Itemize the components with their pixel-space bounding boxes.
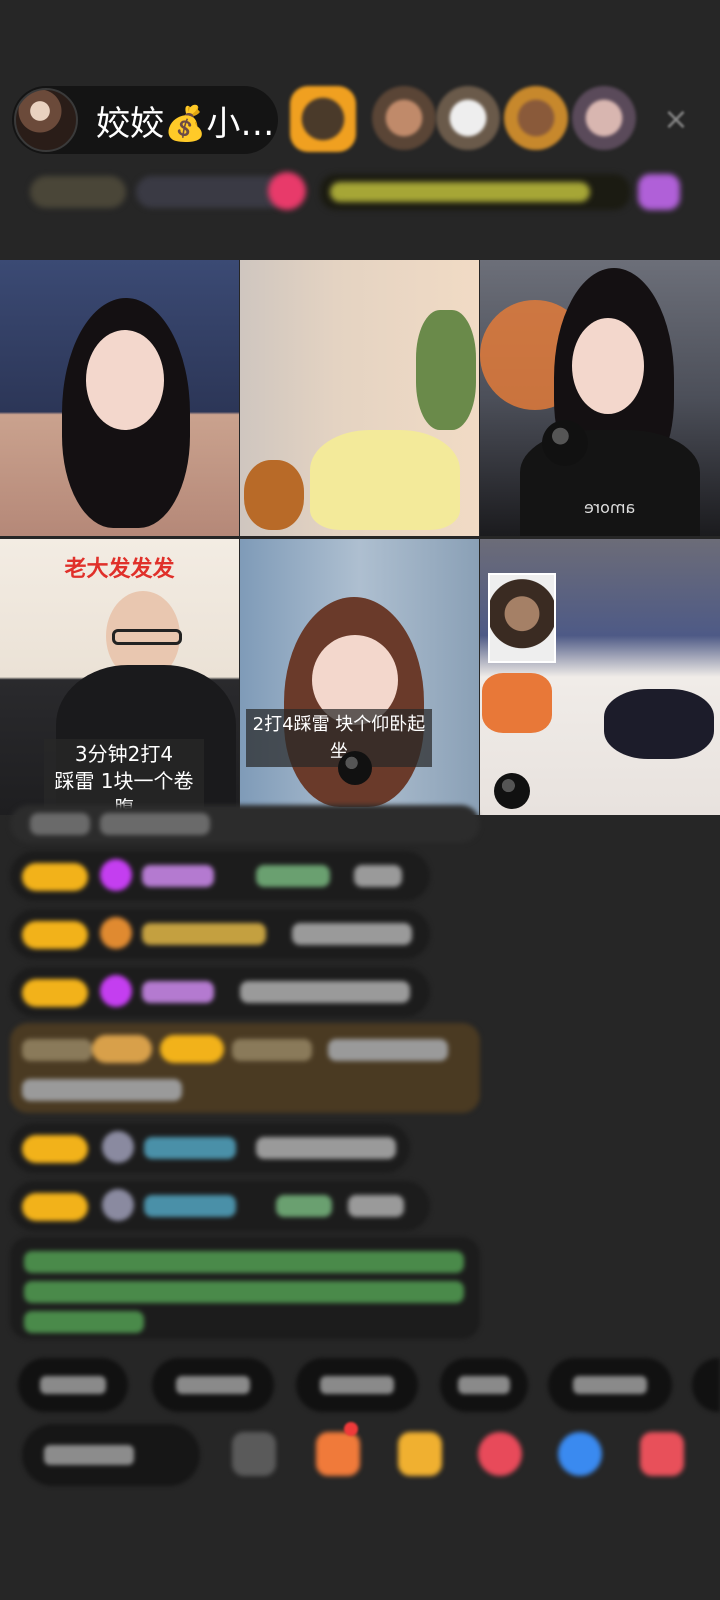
guest-tile-title: 老大发发发 [64,557,175,582]
comment-input[interactable] [22,1424,200,1486]
notice-text [24,1281,464,1303]
host-name: 姣姣💰小… [96,103,275,144]
chat-message[interactable] [10,967,430,1017]
microphone-icon [338,751,372,785]
guest-face [572,318,644,414]
guest-video-tile[interactable] [240,260,479,536]
chat-text [348,1195,404,1217]
system-notice [10,1237,480,1339]
gift-icon[interactable] [268,172,306,210]
meme-sticker [488,573,556,663]
microphone-icon [542,420,588,466]
plant [416,310,476,430]
quick-reply-chip[interactable] [18,1358,128,1412]
guest-body [604,689,714,759]
host-avatar[interactable] [14,88,78,152]
level-badge [22,1135,88,1163]
chat-target [276,1195,332,1217]
chat-message[interactable] [10,851,430,901]
game-icon[interactable] [398,1432,442,1476]
quick-reply-row [18,1358,720,1414]
viewer-avatar[interactable] [436,86,500,150]
viewer-avatar[interactable] [372,86,436,150]
chat-message[interactable] [10,1181,430,1231]
badge-icon [100,917,132,949]
quick-reply-chip[interactable] [296,1358,418,1412]
plush-toy [310,430,460,530]
chat-username [144,1195,236,1217]
quick-reply-chip[interactable] [692,1358,720,1412]
rank-badge[interactable] [30,176,126,208]
quick-reply-chip[interactable] [440,1358,528,1412]
chat-text [22,1039,92,1061]
chat-text [328,1039,448,1061]
chat-message-highlight[interactable] [10,1023,480,1113]
chat-text [100,813,210,835]
guest-video-tile[interactable]: 老大发发发 3分钟2打4 踩雷 1块一个卷腹 [0,539,239,815]
guest-caption: 3分钟2打4 踩雷 1块一个卷腹 [44,739,204,815]
guest-video-tile[interactable]: amore [480,260,720,536]
bear-toy [244,460,304,530]
level-badge [22,921,88,949]
chat-username [142,923,266,945]
microphone-icon [494,773,530,809]
chat-username [142,865,214,887]
bottom-toolbar [0,1422,720,1490]
guest-video-tile[interactable]: 2打4踩雷 块个仰卧起坐 [240,539,479,815]
viewer-avatar[interactable] [290,86,356,152]
guest-face [86,330,164,430]
close-icon[interactable]: × [660,104,692,136]
chat-text [240,981,410,1003]
caption-line: 3分钟2打4 [74,742,174,766]
viewer-avatar[interactable] [504,86,568,150]
host-info-pill[interactable]: 姣姣💰小… [12,86,278,154]
level-badge [92,1035,152,1063]
gem-icon [100,859,132,891]
level-badge [22,863,88,891]
quick-reply-chip[interactable] [548,1358,672,1412]
chat-text [292,923,412,945]
fan-club-icon[interactable] [638,174,680,210]
gem-icon [100,975,132,1007]
notice-text [24,1251,464,1273]
chat-message[interactable] [10,1123,410,1173]
glasses [112,629,182,645]
chat-username [142,981,214,1003]
shop-icon[interactable] [640,1432,684,1476]
chat-text [22,1079,182,1101]
red-packet-icon[interactable] [316,1432,360,1476]
guest-caption: 2打4踩雷 块个仰卧起坐 [246,709,432,767]
chat-text [232,1039,312,1061]
guest-video-tile[interactable] [480,539,720,815]
viewer-avatar[interactable] [572,86,636,150]
more-icon[interactable] [232,1432,276,1476]
notification-dot [344,1422,358,1436]
notice-text [24,1311,144,1333]
chat-target [256,865,330,887]
level-badge [22,979,88,1007]
chat-text [30,813,90,835]
fan-badge [160,1035,224,1063]
chat-message[interactable] [10,909,430,959]
task-banner-text [330,182,590,202]
chat-username [144,1137,236,1159]
quick-reply-chip[interactable] [152,1358,274,1412]
gift-icon[interactable] [478,1432,522,1476]
chat-text [354,865,402,887]
avatar-icon [102,1131,134,1163]
guest-video-tile[interactable] [0,260,239,536]
popularity-chip[interactable] [136,176,286,208]
chat-message[interactable] [10,805,480,843]
level-badge [22,1193,88,1221]
room-info-bar [24,170,694,214]
shirt-text: amore [584,498,636,517]
multi-guest-video-grid: amore 老大发发发 3分钟2打4 踩雷 1块一个卷腹 2打4踩雷 块个仰卧起… [0,260,720,815]
avatar-icon [102,1189,134,1221]
pillow [482,673,552,733]
chat-text [256,1137,396,1159]
share-icon[interactable] [558,1432,602,1476]
